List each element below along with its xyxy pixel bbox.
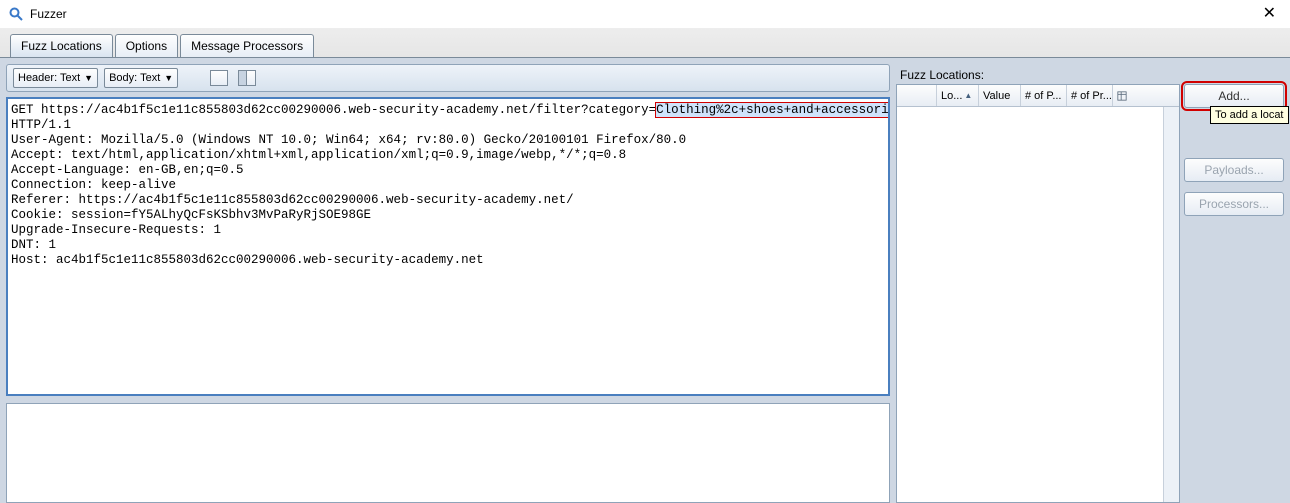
request-text-pre: GET https://ac4b1f5c1e11c855803d62cc0029… xyxy=(11,103,656,117)
tab-options[interactable]: Options xyxy=(115,34,178,57)
locations-buttons: Add... To add a locat Payloads... Proces… xyxy=(1184,84,1284,503)
locations-table: Lo...▲ Value # of P... # of Pr... xyxy=(896,84,1180,503)
tab-label: Message Processors xyxy=(191,39,303,53)
window-title: Fuzzer xyxy=(30,7,67,21)
column-blank[interactable] xyxy=(897,85,937,106)
chevron-down-icon: ▼ xyxy=(164,73,173,83)
response-placeholder xyxy=(6,403,890,503)
combo-label: Body: Text xyxy=(109,72,160,84)
table-body[interactable] xyxy=(897,107,1163,502)
request-text-rest: HTTP/1.1 User-Agent: Mozilla/5.0 (Window… xyxy=(11,118,686,267)
combo-label: Header: Text xyxy=(18,72,80,84)
add-button[interactable]: Add... xyxy=(1184,84,1284,108)
add-tooltip: To add a locat xyxy=(1210,106,1289,124)
split-view-icon[interactable] xyxy=(210,70,228,86)
header-view-combo[interactable]: Header: Text ▼ xyxy=(13,68,98,88)
body-view-combo[interactable]: Body: Text ▼ xyxy=(104,68,178,88)
content-area: Header: Text ▼ Body: Text ▼ GET https://… xyxy=(0,58,1290,503)
right-pane: Fuzz Locations: Lo...▲ Value # of P... #… xyxy=(896,64,1284,503)
column-location[interactable]: Lo...▲ xyxy=(937,85,979,106)
column-value[interactable]: Value xyxy=(979,85,1021,106)
tab-bar: Fuzz Locations Options Message Processor… xyxy=(0,28,1290,58)
table-header: Lo...▲ Value # of P... # of Pr... xyxy=(897,85,1179,107)
split-half-icon[interactable] xyxy=(238,70,256,86)
app-icon xyxy=(8,6,24,22)
payloads-button[interactable]: Payloads... xyxy=(1184,158,1284,182)
titlebar: Fuzzer ✕ xyxy=(0,0,1290,28)
column-num-processors[interactable]: # of Pr... xyxy=(1067,85,1113,106)
vertical-scrollbar[interactable] xyxy=(1163,107,1179,502)
fuzz-locations-label: Fuzz Locations: xyxy=(896,64,1284,84)
columns-config-icon xyxy=(1117,90,1127,102)
request-toolbar: Header: Text ▼ Body: Text ▼ xyxy=(6,64,890,92)
column-config[interactable] xyxy=(1113,85,1131,106)
chevron-down-icon: ▼ xyxy=(84,73,93,83)
column-num-payloads[interactable]: # of P... xyxy=(1021,85,1067,106)
sort-asc-icon: ▲ xyxy=(964,91,972,100)
request-selection[interactable]: Clothing%2c+shoes+and+accessories xyxy=(656,103,890,117)
tab-label: Options xyxy=(126,39,167,53)
left-pane: Header: Text ▼ Body: Text ▼ GET https://… xyxy=(6,64,890,503)
request-editor[interactable]: GET https://ac4b1f5c1e11c855803d62cc0029… xyxy=(6,97,890,396)
processors-button[interactable]: Processors... xyxy=(1184,192,1284,216)
button-label: Add... xyxy=(1218,89,1249,103)
tab-message-processors[interactable]: Message Processors xyxy=(180,34,314,57)
close-icon[interactable]: ✕ xyxy=(1257,4,1282,24)
tab-fuzz-locations[interactable]: Fuzz Locations xyxy=(10,34,113,57)
right-content: Lo...▲ Value # of P... # of Pr... xyxy=(896,84,1284,503)
tab-label: Fuzz Locations xyxy=(21,39,102,53)
button-label: Payloads... xyxy=(1204,163,1263,177)
fuzzer-window: Fuzzer ✕ Fuzz Locations Options Message … xyxy=(0,0,1290,503)
button-label: Processors... xyxy=(1199,197,1269,211)
